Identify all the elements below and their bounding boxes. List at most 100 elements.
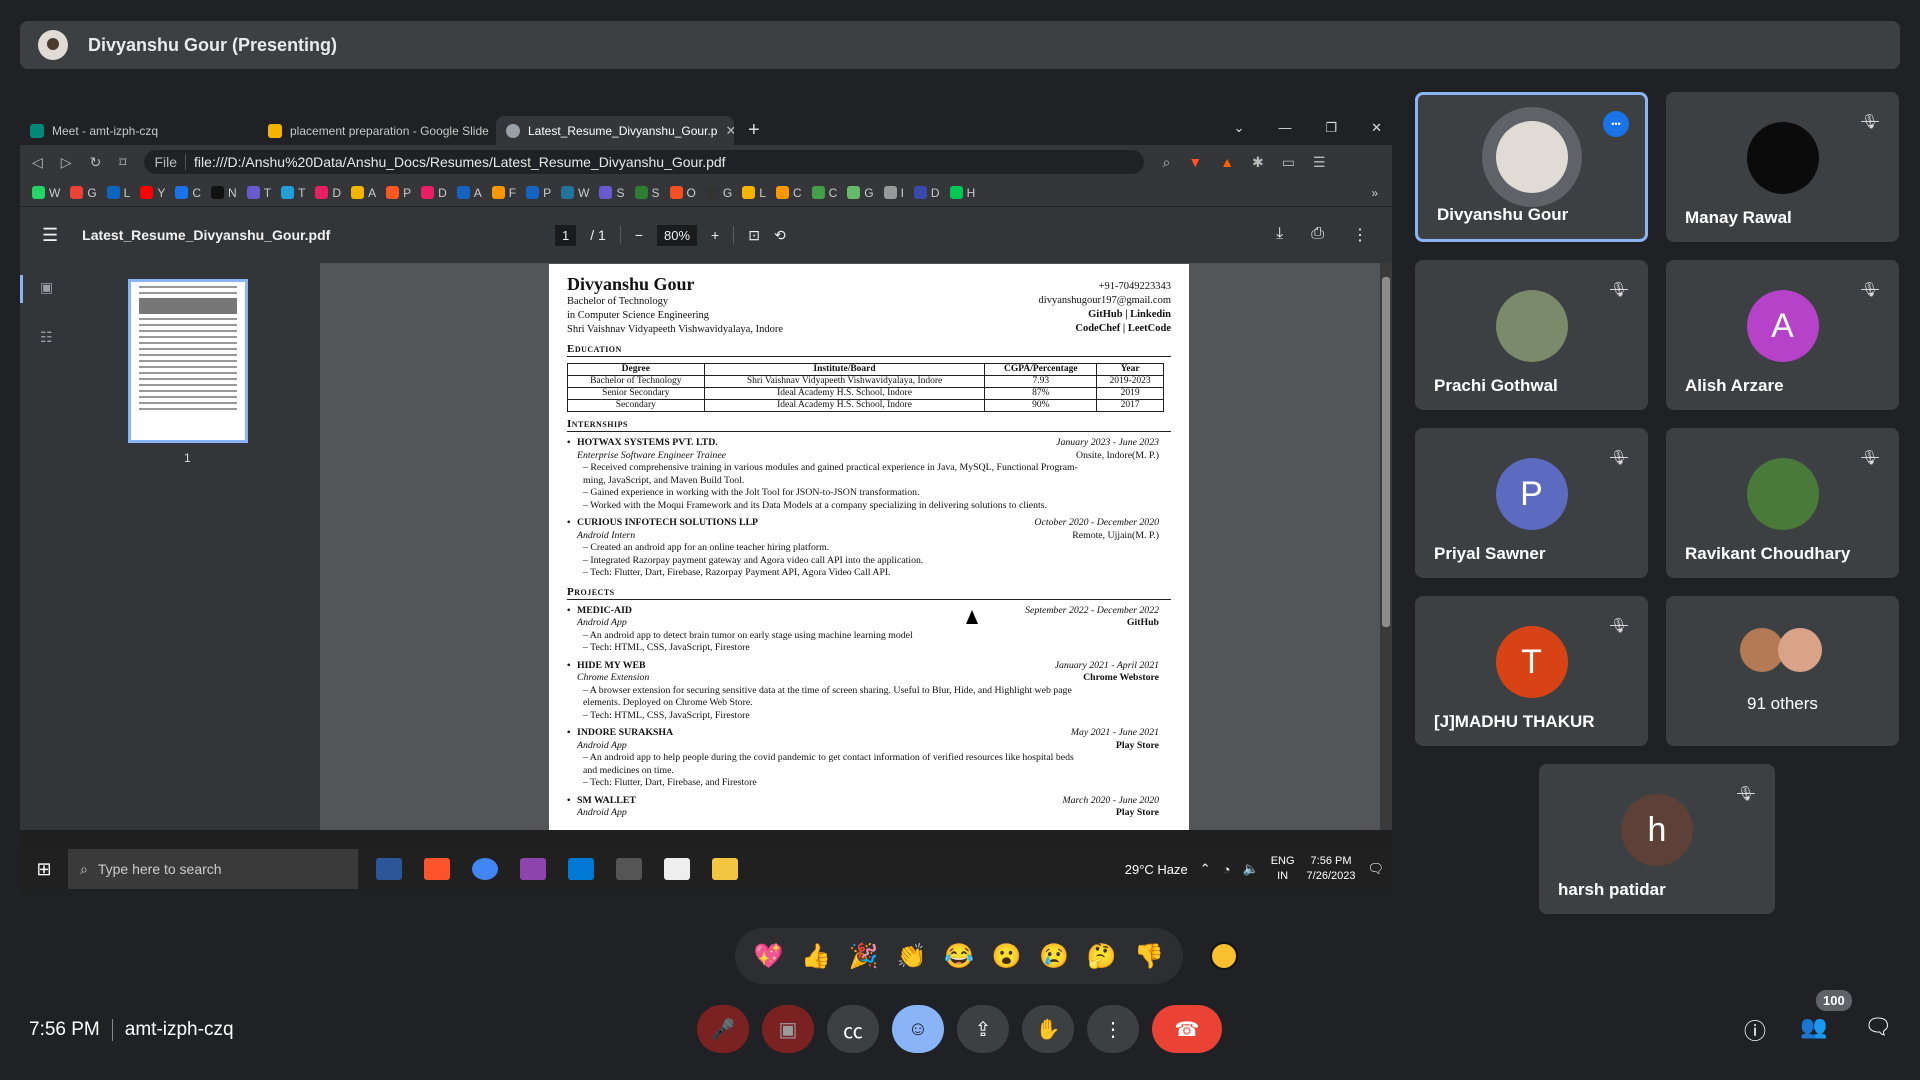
file-explorer-app-icon[interactable] bbox=[376, 858, 402, 880]
raise-hand-button[interactable]: ✋ bbox=[1022, 1005, 1074, 1053]
bookmark-item[interactable]: O bbox=[669, 186, 696, 200]
camera-toggle-button[interactable]: ▣ bbox=[762, 1005, 814, 1053]
participant-tile[interactable]: A Alish Arzare 🎙 bbox=[1666, 260, 1899, 410]
fit-page-icon[interactable]: ⊡ bbox=[748, 227, 760, 244]
page-thumbnail[interactable] bbox=[128, 279, 248, 443]
mic-toggle-button[interactable]: 🎤 bbox=[697, 1005, 749, 1053]
bookmark-item[interactable]: C bbox=[811, 186, 837, 200]
participant-tile[interactable]: Divyanshu Gour ••• bbox=[1415, 92, 1648, 242]
download-icon[interactable]: ⤓ bbox=[1276, 225, 1283, 245]
bookmark-item[interactable]: D bbox=[315, 186, 341, 200]
thumbnails-icon[interactable]: ▣ bbox=[40, 279, 53, 296]
restore-button[interactable]: ❐ bbox=[1325, 120, 1337, 136]
bookmark-item[interactable]: P bbox=[526, 186, 551, 200]
bookmark-item[interactable]: A bbox=[456, 186, 482, 200]
close-window-button[interactable]: ✕ bbox=[1371, 120, 1382, 136]
bookmark-item[interactable]: S bbox=[634, 186, 660, 200]
minimize-button[interactable]: — bbox=[1278, 120, 1291, 136]
tab-slides[interactable]: placement preparation - Google Slide bbox=[258, 116, 496, 145]
bookmark-item[interactable]: H bbox=[949, 186, 975, 200]
reaction-emoji[interactable]: 🎉 bbox=[849, 942, 879, 971]
new-tab-button[interactable]: + bbox=[748, 119, 760, 142]
participant-tile[interactable]: Prachi Gothwal 🎙 bbox=[1415, 260, 1648, 410]
language-indicator[interactable]: ENG IN bbox=[1271, 854, 1295, 884]
brave-app-icon[interactable] bbox=[424, 858, 450, 880]
more-options-icon[interactable]: ⋮ bbox=[1352, 225, 1368, 245]
participant-tile[interactable]: T [J]MADHU THAKUR 🎙 bbox=[1415, 596, 1648, 746]
reaction-emoji[interactable]: 😢 bbox=[1039, 942, 1069, 971]
participant-tile[interactable]: h harsh patidar 🎙 bbox=[1539, 764, 1775, 914]
zoom-in-button[interactable]: + bbox=[711, 227, 719, 243]
zoom-level[interactable]: 80% bbox=[657, 224, 698, 246]
outline-icon[interactable]: ☷ bbox=[40, 329, 53, 346]
bookmark-item[interactable]: D bbox=[421, 186, 447, 200]
tab-meet[interactable]: Meet - amt-izph-czq bbox=[20, 116, 258, 145]
taskbar-clock[interactable]: 7:56 PM 7/26/2023 bbox=[1307, 854, 1356, 884]
hamburger-icon[interactable]: ☰ bbox=[42, 225, 58, 246]
bookmark-item[interactable]: T bbox=[281, 186, 305, 200]
chevron-down-icon[interactable]: ⌄ bbox=[1234, 120, 1245, 136]
taskbar-search[interactable]: ⌕ Type here to search bbox=[68, 849, 358, 889]
wallet-icon[interactable]: ▭ bbox=[1282, 154, 1295, 171]
back-icon[interactable]: ◁ bbox=[32, 154, 43, 171]
chat-icon[interactable]: 🗨 bbox=[1864, 1014, 1892, 1040]
vscode-app-icon[interactable] bbox=[568, 858, 594, 880]
menu-icon[interactable]: ☰ bbox=[1313, 154, 1326, 171]
bookmark-item[interactable]: G bbox=[70, 186, 97, 200]
reaction-emoji[interactable]: 👎 bbox=[1134, 942, 1164, 971]
bookmark-item[interactable]: W bbox=[32, 186, 60, 200]
people-icon[interactable]: 👥 bbox=[1800, 1014, 1827, 1040]
chrome-app-icon[interactable] bbox=[472, 858, 498, 880]
captions-button[interactable]: ㏄ bbox=[827, 1005, 879, 1053]
print-icon[interactable]: ⎙ bbox=[1311, 225, 1324, 245]
notion-app-icon[interactable] bbox=[664, 858, 690, 880]
pdf-viewport[interactable]: Divyanshu Gour Bachelor of Technology in… bbox=[320, 263, 1380, 830]
leave-call-button[interactable]: ☎ bbox=[1152, 1005, 1222, 1053]
reaction-emoji[interactable]: 😂 bbox=[944, 942, 974, 971]
reaction-emoji[interactable]: 👍 bbox=[801, 942, 831, 971]
bookmark-item[interactable]: Y bbox=[140, 186, 165, 200]
forward-icon[interactable]: ▷ bbox=[61, 154, 72, 171]
brave-rewards-icon[interactable]: ▲ bbox=[1220, 154, 1234, 170]
bookmark-item[interactable]: P bbox=[386, 186, 411, 200]
folder-app-icon[interactable] bbox=[712, 858, 738, 880]
close-tab-icon[interactable]: ✕ bbox=[725, 123, 734, 139]
terminal-app-icon[interactable] bbox=[616, 858, 642, 880]
tray-up-icon[interactable]: ⌃ bbox=[1200, 861, 1211, 877]
others-tile[interactable]: 91 others bbox=[1666, 596, 1899, 746]
vertical-scrollbar[interactable] bbox=[1380, 263, 1392, 830]
tab-resume-pdf[interactable]: Latest_Resume_Divyanshu_Gour.p ✕ bbox=[496, 116, 734, 145]
bookmark-item[interactable]: S bbox=[599, 186, 625, 200]
bookmark-item[interactable]: I bbox=[883, 186, 904, 200]
weather-widget[interactable]: 29°C Haze bbox=[1125, 862, 1188, 877]
bookmark-item[interactable]: F bbox=[491, 186, 516, 200]
emoji-button[interactable]: ☺ bbox=[892, 1005, 944, 1053]
skin-tone-picker[interactable] bbox=[1210, 942, 1238, 970]
zoom-out-button[interactable]: − bbox=[635, 227, 643, 243]
reload-icon[interactable]: ↻ bbox=[90, 154, 102, 171]
extensions-icon[interactable]: ✱ bbox=[1252, 154, 1264, 171]
bookmark-item[interactable]: A bbox=[351, 186, 376, 200]
brave-shield-icon[interactable]: ▼ bbox=[1188, 154, 1202, 170]
bookmark-item[interactable]: D bbox=[913, 186, 940, 200]
volume-icon[interactable]: 🔈 bbox=[1243, 861, 1259, 877]
page-number-input[interactable]: 1 bbox=[555, 224, 577, 246]
windows-start-icon[interactable]: ⊞ bbox=[20, 859, 68, 880]
more-options-button[interactable]: ⋮ bbox=[1087, 1005, 1139, 1053]
bookmark-icon[interactable]: ⌑ bbox=[119, 154, 126, 171]
url-field[interactable]: File file:///D:/Anshu%20Data/Anshu_Docs/… bbox=[144, 150, 1145, 174]
participant-tile[interactable]: Manay Rawal 🎙 bbox=[1666, 92, 1899, 242]
bookmark-item[interactable]: G bbox=[705, 186, 732, 200]
zoom-icon[interactable]: ⌕ bbox=[1162, 154, 1170, 171]
bookmark-item[interactable]: G bbox=[847, 186, 874, 200]
rotate-icon[interactable]: ⟲ bbox=[774, 227, 786, 244]
bookmark-item[interactable]: L bbox=[106, 186, 130, 200]
reaction-emoji[interactable]: 😮 bbox=[992, 942, 1022, 971]
bookmark-item[interactable]: C bbox=[175, 186, 201, 200]
info-icon[interactable]: ⓘ bbox=[1744, 1014, 1766, 1046]
participant-tile[interactable]: Ravikant Choudhary 🎙 bbox=[1666, 428, 1899, 578]
reaction-emoji[interactable]: 👏 bbox=[896, 942, 926, 971]
more-bookmarks-icon[interactable]: » bbox=[1371, 186, 1378, 200]
app-icon[interactable] bbox=[520, 858, 546, 880]
bookmark-item[interactable]: W bbox=[561, 186, 589, 200]
